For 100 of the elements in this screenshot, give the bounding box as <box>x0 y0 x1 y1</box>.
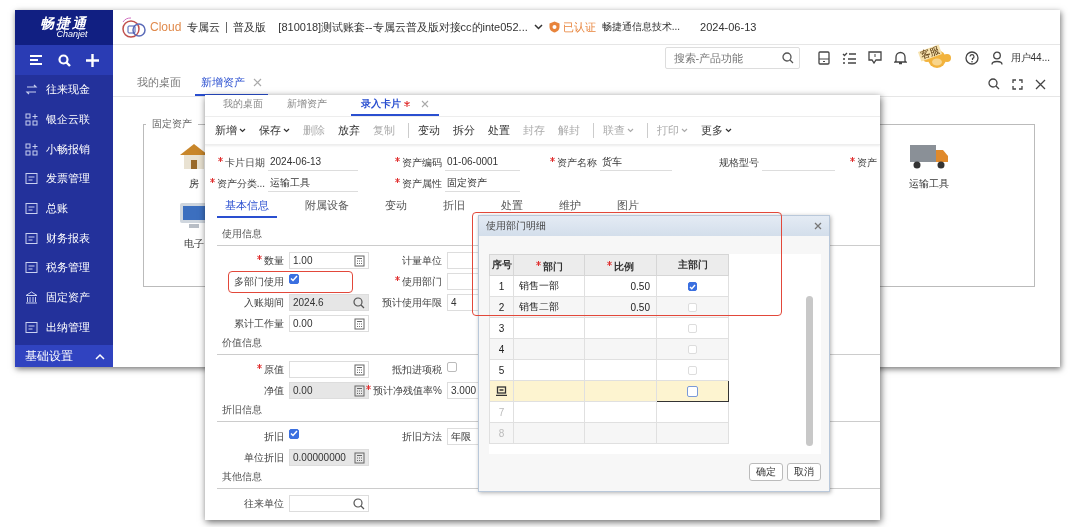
company-name: 畅捷通信息技术... <box>601 20 681 34</box>
search-icon[interactable] <box>58 53 71 67</box>
checkbox[interactable] <box>447 361 457 372</box>
table-cell <box>513 317 585 339</box>
caret-icon <box>627 128 634 133</box>
tab[interactable]: 我的桌面 <box>131 75 187 96</box>
caret-icon <box>283 128 290 133</box>
sidebar-item[interactable]: 往来现金 <box>15 75 113 105</box>
toolbar-button[interactable]: 保存 <box>259 123 290 138</box>
search-icon[interactable] <box>353 497 365 510</box>
field-label: 资产属性 <box>395 176 442 191</box>
user-name[interactable]: 用户44... <box>1010 50 1050 65</box>
message-icon[interactable] <box>867 51 882 64</box>
tab[interactable]: 新增资产 <box>277 97 337 116</box>
tab[interactable]: 折旧 <box>435 198 473 218</box>
tab[interactable]: 基本信息 <box>217 198 277 218</box>
field-label: 累计工作量 <box>234 316 284 331</box>
tab[interactable]: 我的桌面 <box>213 97 273 116</box>
column-header: 部门 <box>513 254 585 276</box>
calculator-icon[interactable] <box>354 317 365 330</box>
dialog-button[interactable]: 确定 <box>749 463 783 481</box>
close-icon[interactable] <box>1035 78 1046 90</box>
field-label: 计量单位 <box>402 253 442 268</box>
input-field[interactable]: 2024.6 <box>289 294 369 311</box>
calculator-icon[interactable] <box>354 363 365 376</box>
field-label: 资产分类... <box>209 176 265 191</box>
input-field[interactable] <box>289 495 369 512</box>
tab[interactable]: 变动 <box>377 198 415 218</box>
toolbar-button[interactable]: 新增 <box>215 123 246 138</box>
field-label: 资产 <box>850 155 877 170</box>
field-label: 多部门使用 <box>234 274 284 289</box>
toolbar-button[interactable]: 更多 <box>701 123 732 138</box>
field-label: 卡片日期 <box>218 155 265 170</box>
input-field[interactable]: 0.00000000 <box>289 449 369 466</box>
table-cell: 1 <box>489 275 514 297</box>
search-icon[interactable] <box>988 78 1000 90</box>
checkbox[interactable] <box>289 273 299 284</box>
toolbar-button[interactable]: 拆分 <box>453 123 475 138</box>
header-field[interactable]: 2024-06-13 <box>268 154 358 171</box>
calculator-icon[interactable] <box>354 451 365 464</box>
tablet-icon[interactable] <box>817 50 830 65</box>
field-label: 规格型号 <box>719 155 759 170</box>
logo-text: 畅捷通 <box>40 16 88 30</box>
checklist-icon[interactable] <box>841 51 856 64</box>
sidebar-item[interactable]: 税务管理 <box>15 253 113 283</box>
fullscreen-icon[interactable] <box>1012 78 1023 90</box>
table-cell: 2 <box>489 296 514 318</box>
account-selector[interactable]: [810018]测试账套--专属云普及版对接cc的inte052... <box>278 19 543 35</box>
input-field[interactable] <box>289 361 369 378</box>
input-field[interactable]: 1.00 <box>289 252 369 269</box>
dialog-button[interactable]: 取消 <box>787 463 821 481</box>
checkbox[interactable] <box>687 385 698 397</box>
column-header: 比例 <box>584 254 657 276</box>
toolbar-button[interactable]: 放弃 <box>338 123 360 138</box>
calculator-icon[interactable] <box>354 254 365 267</box>
header-field[interactable]: 运输工具 <box>268 175 358 192</box>
input-field[interactable]: 0.00 <box>289 315 369 332</box>
add-icon[interactable] <box>86 53 100 67</box>
support-mascot[interactable]: 客服 <box>918 45 953 70</box>
field-label: 资产名称 <box>550 155 597 170</box>
sidebar-item[interactable]: 财务报表 <box>15 223 113 254</box>
search-icon[interactable] <box>353 296 365 309</box>
checkbox[interactable] <box>688 282 697 292</box>
sidebar-item[interactable]: 银企云联 <box>15 104 113 135</box>
modified-icon <box>404 101 410 107</box>
sidebar-item[interactable]: 发票管理 <box>15 164 113 194</box>
tab[interactable]: 附属设备 <box>297 198 357 218</box>
sidebar-section-header[interactable]: 基础设置 <box>15 345 113 367</box>
field-label: 净值 <box>264 383 284 398</box>
field-label: 往来单位 <box>244 496 284 511</box>
column-header: 主部门 <box>656 254 729 276</box>
table-cell: 7 <box>489 401 514 423</box>
sidebar-item[interactable]: 小畅报销 <box>15 134 113 165</box>
cloud-logo-icon <box>119 16 149 38</box>
caret-icon <box>95 352 105 360</box>
help-icon[interactable] <box>964 50 979 65</box>
field-label: 原值 <box>257 362 284 377</box>
header-field[interactable]: 固定资产 <box>445 175 520 192</box>
sidebar-item[interactable]: 固定资产 <box>15 282 113 313</box>
header-field[interactable]: 货车 <box>600 154 672 171</box>
calculator-icon[interactable] <box>354 384 365 397</box>
scrollbar[interactable] <box>806 296 813 446</box>
bell-icon[interactable] <box>893 50 907 65</box>
asset-category-tile[interactable]: 运输工具 <box>904 141 954 201</box>
checkbox[interactable] <box>289 428 299 439</box>
sidebar-item[interactable]: 出纳管理 <box>15 312 113 343</box>
field-label: 使用部门 <box>395 274 442 289</box>
table-cell <box>513 401 585 423</box>
sidebar-item[interactable]: 总账 <box>15 193 113 224</box>
menu-icon[interactable] <box>28 54 43 66</box>
toolbar-button[interactable]: 变动 <box>408 123 440 138</box>
search-field[interactable]: 搜索-产品功能 <box>664 46 800 69</box>
field-label: 数量 <box>257 253 284 268</box>
table-cell: 5 <box>489 359 514 381</box>
toolbar-button[interactable]: 处置 <box>488 123 510 138</box>
input-field[interactable]: 0.00 <box>289 382 369 399</box>
user-icon[interactable] <box>990 50 1003 65</box>
header-field[interactable]: 01-06-0001 <box>445 154 520 171</box>
field-label: 单位折旧 <box>244 450 284 465</box>
edition-name: 普及版 <box>233 19 267 35</box>
